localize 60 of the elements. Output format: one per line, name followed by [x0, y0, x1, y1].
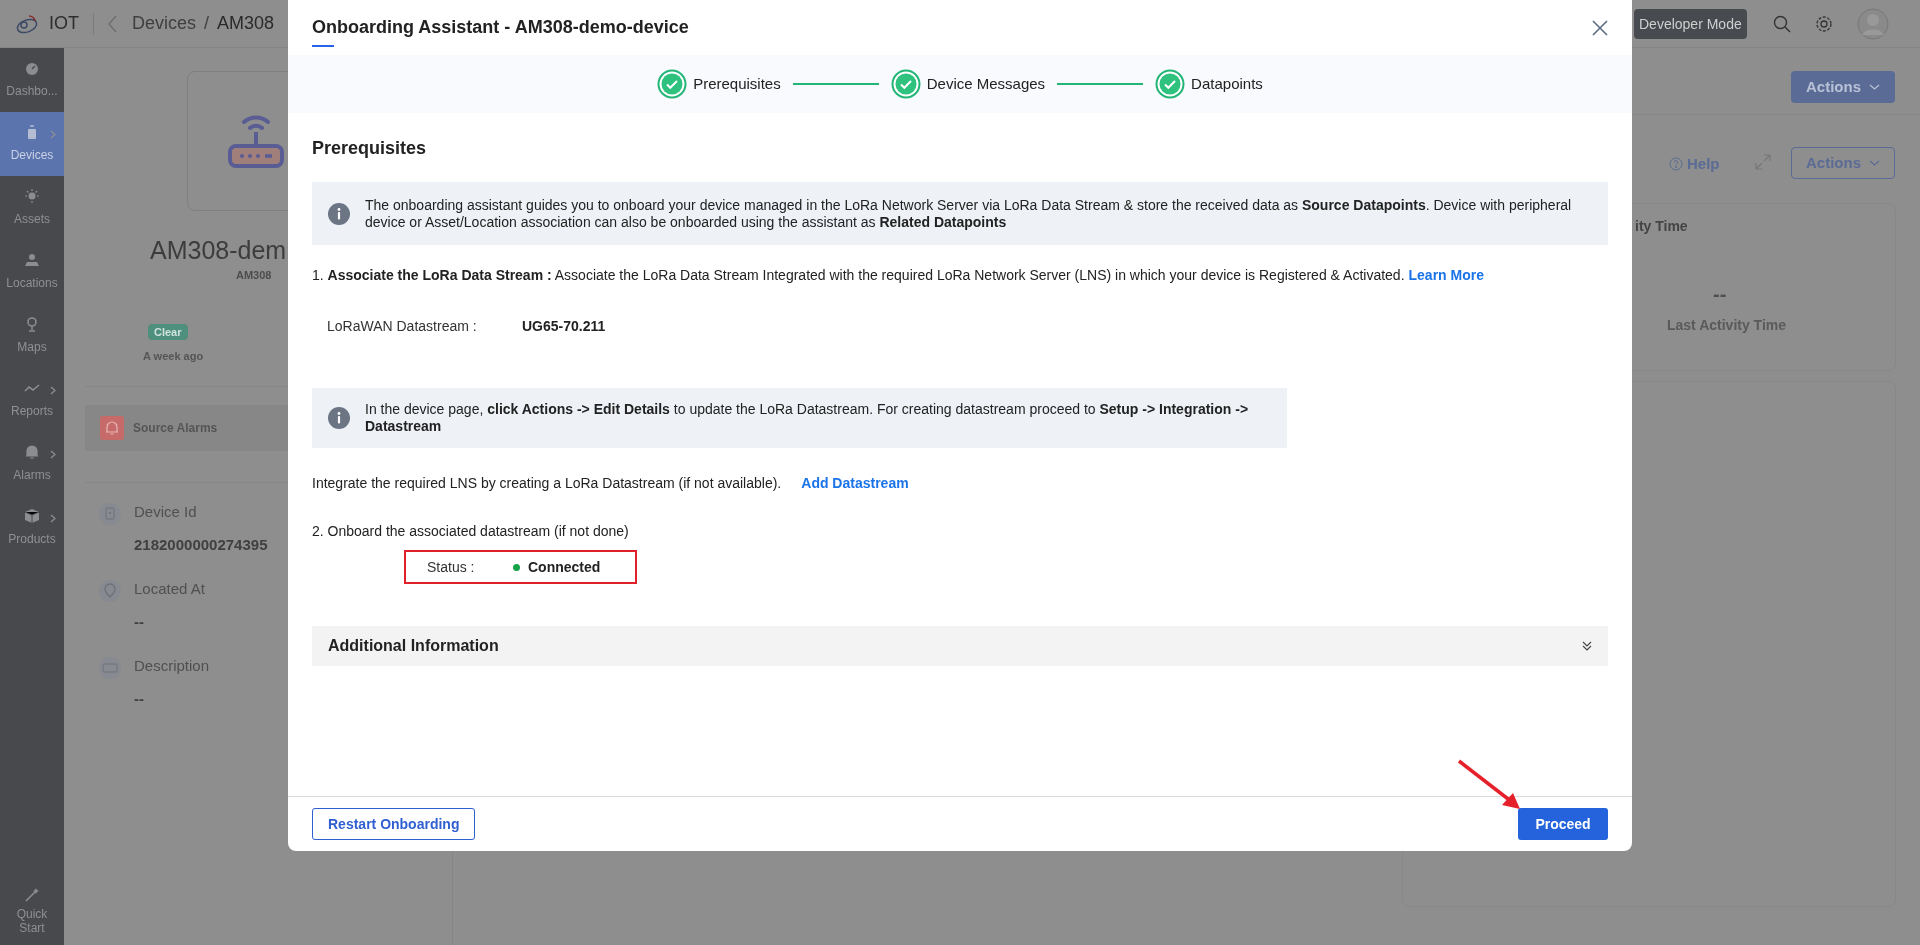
status-time: A week ago — [143, 348, 204, 364]
step-label[interactable]: Datapoints — [1191, 72, 1263, 96]
quick-start-item[interactable]: Quick Start — [0, 887, 64, 935]
assets-icon — [24, 188, 40, 204]
annotation-arrow — [1456, 758, 1522, 812]
dashboard-icon — [24, 60, 40, 76]
field-label: Device Id — [134, 502, 198, 522]
breadcrumb-current: AM308 — [217, 12, 275, 35]
instruction-text: Integrate the required LNS by creating a LoRa Datastream (if not available). — [312, 474, 782, 493]
maps-icon — [24, 316, 40, 332]
logo-icon — [15, 12, 39, 35]
locations-icon — [24, 252, 40, 268]
card-icon — [99, 657, 121, 679]
card-title: ity Time — [1635, 217, 1689, 236]
status-value: Connected — [528, 557, 601, 577]
breadcrumb-separator: / — [204, 12, 210, 35]
id-badge-icon — [99, 503, 121, 525]
app-name: IOT — [49, 12, 79, 35]
caret-icon — [1869, 84, 1880, 90]
field-label: Located At — [134, 579, 205, 599]
location-pin-icon — [99, 580, 121, 602]
magic-wand-icon — [24, 887, 40, 903]
learn-more-link[interactable]: Learn More — [1408, 265, 1484, 286]
modal-title: Onboarding Assistant - AM308-demo-device — [312, 16, 689, 39]
actions-button[interactable]: Actions — [1791, 71, 1895, 103]
proceed-button[interactable]: Proceed — [1518, 808, 1608, 840]
alarms-icon — [24, 444, 40, 460]
accordion-header[interactable]: Additional Information — [312, 626, 1608, 666]
datastream-label: LoRaWAN Datastream : — [327, 317, 478, 336]
caret-icon — [1869, 160, 1880, 166]
status-badge: Clear — [148, 323, 188, 340]
card-value: -- — [1713, 282, 1727, 307]
field-value: -- — [134, 611, 145, 632]
field-value: -- — [134, 688, 145, 709]
sidebar-item[interactable]: Devices — [0, 112, 64, 176]
device-name: AM308-dem — [150, 235, 287, 265]
step-label[interactable]: Prerequisites — [693, 72, 781, 96]
bell-icon — [100, 416, 124, 440]
section-title: Prerequisites — [312, 137, 428, 160]
close-icon[interactable] — [1592, 19, 1608, 36]
breadcrumb-link[interactable]: Devices — [132, 10, 197, 37]
field-value: 2182000000274395 — [134, 534, 268, 555]
products-icon — [24, 508, 40, 524]
datastream-value: UG65-70.211 — [522, 317, 606, 336]
help-icon — [1669, 157, 1683, 172]
instruction-text: 2. Onboard the associated datastream (if not done) — [312, 522, 630, 541]
double-chevron-down-icon — [1582, 641, 1592, 651]
info-icon — [328, 202, 350, 225]
step-label[interactable]: Device Messages — [926, 72, 1046, 96]
field-label: Description — [134, 656, 210, 676]
device-model: AM308 — [236, 268, 272, 283]
info-text: The onboarding assistant guides you to onboard your device managed in the LoRa Network Server via LoRa Data Stream & store the received data as Source Datapoints. Device with peripheral device or Asset/Location association can also be onboarded using the assistant as Related Datapoints — [365, 196, 1573, 231]
settings-icon[interactable] — [1814, 15, 1833, 33]
instruction-text: 1. Associate the LoRa Data Stream : Associate the LoRa Data Stream Integrated with the required LoRa Network Server (LNS) in which your device is Registered & Activated. — [312, 266, 1405, 285]
developer-mode-button[interactable]: Developer Mode — [1634, 9, 1747, 39]
status-label: Status : — [427, 557, 476, 577]
add-datastream-link[interactable]: Add Datastream — [801, 473, 909, 494]
info-icon — [328, 407, 350, 429]
restart-onboarding-button[interactable]: Restart Onboarding — [312, 808, 476, 840]
search-icon[interactable] — [1772, 15, 1791, 33]
